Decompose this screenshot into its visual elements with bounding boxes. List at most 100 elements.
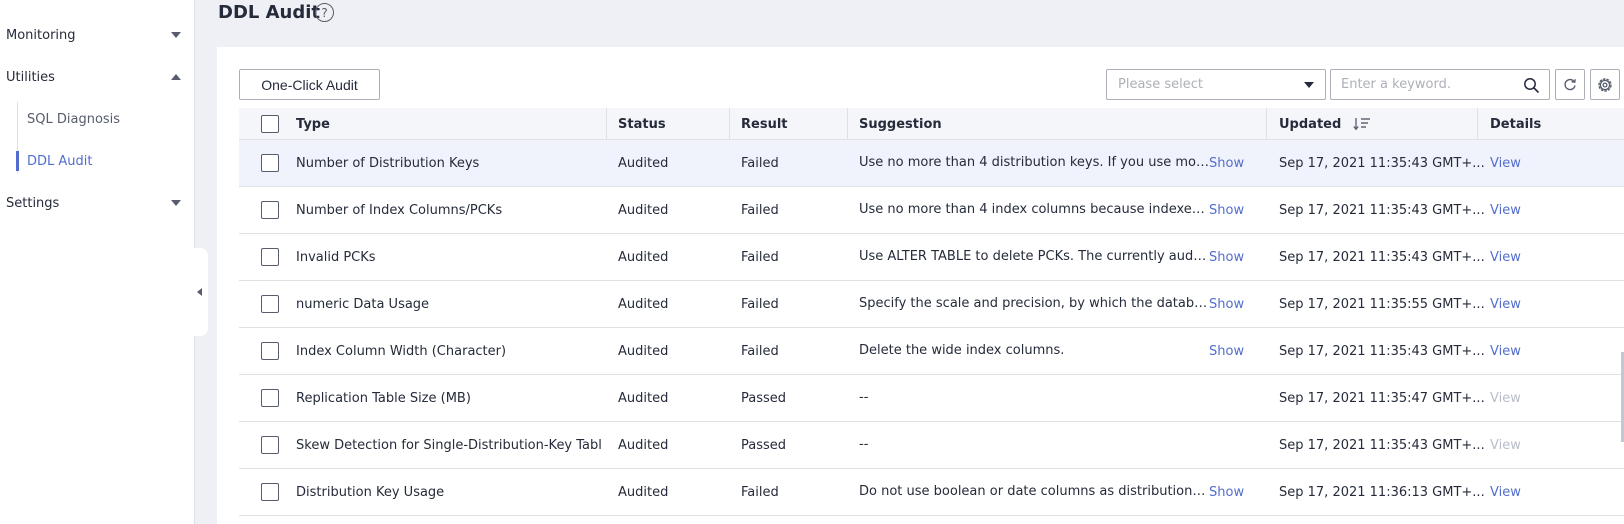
table-row: Invalid PCKs Audited Failed Use ALTER TA… — [239, 234, 1624, 281]
cell-type: Invalid PCKs — [296, 249, 376, 265]
select-placeholder: Please select — [1118, 77, 1203, 92]
cell-status: Audited — [618, 249, 669, 265]
cell-status: Audited — [618, 437, 669, 453]
cell-type: Number of Index Columns/PCKs — [296, 202, 503, 218]
refresh-button[interactable] — [1555, 69, 1585, 100]
table-row: Skew Detection for Single-Distribution-K… — [239, 422, 1624, 469]
cell-updated: Sep 17, 2021 11:35:55 GMT+... — [1279, 296, 1485, 312]
chevron-down-icon — [1304, 81, 1314, 88]
sidebar-group-monitoring[interactable]: Monitoring — [0, 17, 195, 53]
sidebar-group-label: Monitoring — [6, 27, 76, 43]
search-box — [1330, 69, 1550, 100]
table-row: Number of Distribution Keys Audited Fail… — [239, 140, 1624, 187]
column-header-updated[interactable]: Updated — [1279, 108, 1371, 140]
cell-type: Number of Distribution Keys — [296, 155, 480, 171]
cell-status: Audited — [618, 390, 669, 406]
cell-type: Replication Table Size (MB) — [296, 390, 471, 406]
show-link[interactable]: Show — [1209, 328, 1244, 374]
cell-status: Audited — [618, 343, 669, 359]
row-checkbox[interactable] — [261, 248, 279, 266]
one-click-audit-button[interactable]: One-Click Audit — [239, 69, 380, 100]
cell-updated: Sep 17, 2021 11:35:43 GMT+... — [1279, 249, 1485, 265]
view-link[interactable]: View — [1490, 281, 1521, 327]
row-checkbox[interactable] — [261, 154, 279, 172]
view-link: View — [1490, 390, 1521, 406]
sidebar-group-settings[interactable]: Settings — [0, 185, 195, 221]
column-header-status: Status — [618, 116, 666, 132]
cell-suggestion: Do not use boolean or date columns as di… — [859, 484, 1209, 499]
search-input[interactable] — [1341, 77, 1523, 92]
sidebar-group-utilities[interactable]: Utilities — [0, 59, 195, 95]
show-link[interactable]: Show — [1209, 281, 1244, 327]
cell-updated: Sep 17, 2021 11:35:43 GMT+... — [1279, 202, 1485, 218]
page-title: DDL Audit — [218, 2, 321, 23]
cell-updated: Sep 17, 2021 11:35:43 GMT+... — [1279, 155, 1485, 171]
cell-suggestion: Use no more than 4 distribution keys. If… — [859, 155, 1209, 170]
cell-status: Audited — [618, 155, 669, 171]
table-row: Index Column Width (Character) Audited F… — [239, 328, 1624, 375]
search-icon[interactable] — [1523, 77, 1539, 93]
show-link[interactable]: Show — [1209, 469, 1244, 515]
column-divider — [1477, 108, 1478, 140]
view-link[interactable]: View — [1490, 234, 1521, 280]
settings-icon — [1598, 77, 1612, 92]
chevron-up-icon — [171, 74, 181, 80]
sidebar-item-ddl-audit[interactable]: DDL Audit — [27, 149, 93, 173]
view-link[interactable]: View — [1490, 328, 1521, 374]
sidebar-group-label: Settings — [6, 195, 60, 211]
cell-result: Failed — [741, 296, 779, 312]
cell-updated: Sep 17, 2021 11:35:43 GMT+... — [1279, 343, 1485, 359]
show-link[interactable]: Show — [1209, 140, 1244, 186]
table-row: Distribution Key Usage Audited Failed Do… — [239, 469, 1624, 516]
cell-suggestion: -- — [859, 437, 869, 452]
select-all-checkbox[interactable] — [261, 115, 279, 133]
cell-suggestion: Use no more than 4 index columns because… — [859, 202, 1209, 217]
chevron-down-icon — [171, 200, 181, 206]
row-checkbox[interactable] — [261, 342, 279, 360]
row-checkbox[interactable] — [261, 389, 279, 407]
column-divider — [606, 108, 607, 140]
column-divider — [847, 108, 848, 140]
cell-result: Failed — [741, 155, 779, 171]
sidebar-group-label: Utilities — [6, 69, 55, 85]
row-checkbox[interactable] — [261, 295, 279, 313]
refresh-icon — [1564, 78, 1576, 90]
row-checkbox[interactable] — [261, 201, 279, 219]
sidebar: Monitoring Utilities SQL Diagnosis DDL A… — [0, 0, 195, 524]
column-header-result: Result — [741, 116, 788, 132]
collapse-left-icon — [196, 288, 202, 296]
column-divider — [1266, 108, 1267, 140]
filter-select[interactable]: Please select — [1106, 69, 1326, 100]
chevron-down-icon — [171, 32, 181, 38]
cell-updated: Sep 17, 2021 11:35:47 GMT+... — [1279, 390, 1485, 406]
cell-result: Passed — [741, 390, 787, 406]
cell-suggestion: Use ALTER TABLE to delete PCKs. The curr… — [859, 249, 1209, 264]
row-checkbox[interactable] — [261, 483, 279, 501]
show-link[interactable]: Show — [1209, 234, 1244, 280]
cell-result: Failed — [741, 343, 779, 359]
audit-table: Type Status Result Suggestion Updated De… — [239, 108, 1624, 516]
column-header-updated-label: Updated — [1279, 116, 1342, 132]
cell-status: Audited — [618, 202, 669, 218]
view-link[interactable]: View — [1490, 187, 1521, 233]
settings-button[interactable] — [1590, 69, 1620, 100]
view-link[interactable]: View — [1490, 140, 1521, 186]
cell-updated: Sep 17, 2021 11:35:43 GMT+... — [1279, 437, 1485, 453]
cell-result: Failed — [741, 202, 779, 218]
cell-result: Failed — [741, 249, 779, 265]
cell-suggestion: -- — [859, 390, 869, 405]
cell-status: Audited — [618, 296, 669, 312]
help-icon[interactable]: ? — [315, 3, 334, 22]
row-checkbox[interactable] — [261, 436, 279, 454]
view-link[interactable]: View — [1490, 469, 1521, 515]
cell-suggestion: Delete the wide index columns. — [859, 343, 1065, 358]
cell-status: Audited — [618, 484, 669, 500]
sidebar-collapse-button[interactable] — [190, 248, 208, 336]
sidebar-item-sql-diagnosis[interactable]: SQL Diagnosis — [27, 107, 120, 131]
cell-type: Skew Detection for Single-Distribution-K… — [296, 437, 601, 453]
sort-icon[interactable] — [1353, 117, 1371, 131]
cell-suggestion: Specify the scale and precision, by whic… — [859, 296, 1209, 311]
show-link[interactable]: Show — [1209, 187, 1244, 233]
cell-result: Passed — [741, 437, 787, 453]
column-divider — [729, 108, 730, 140]
